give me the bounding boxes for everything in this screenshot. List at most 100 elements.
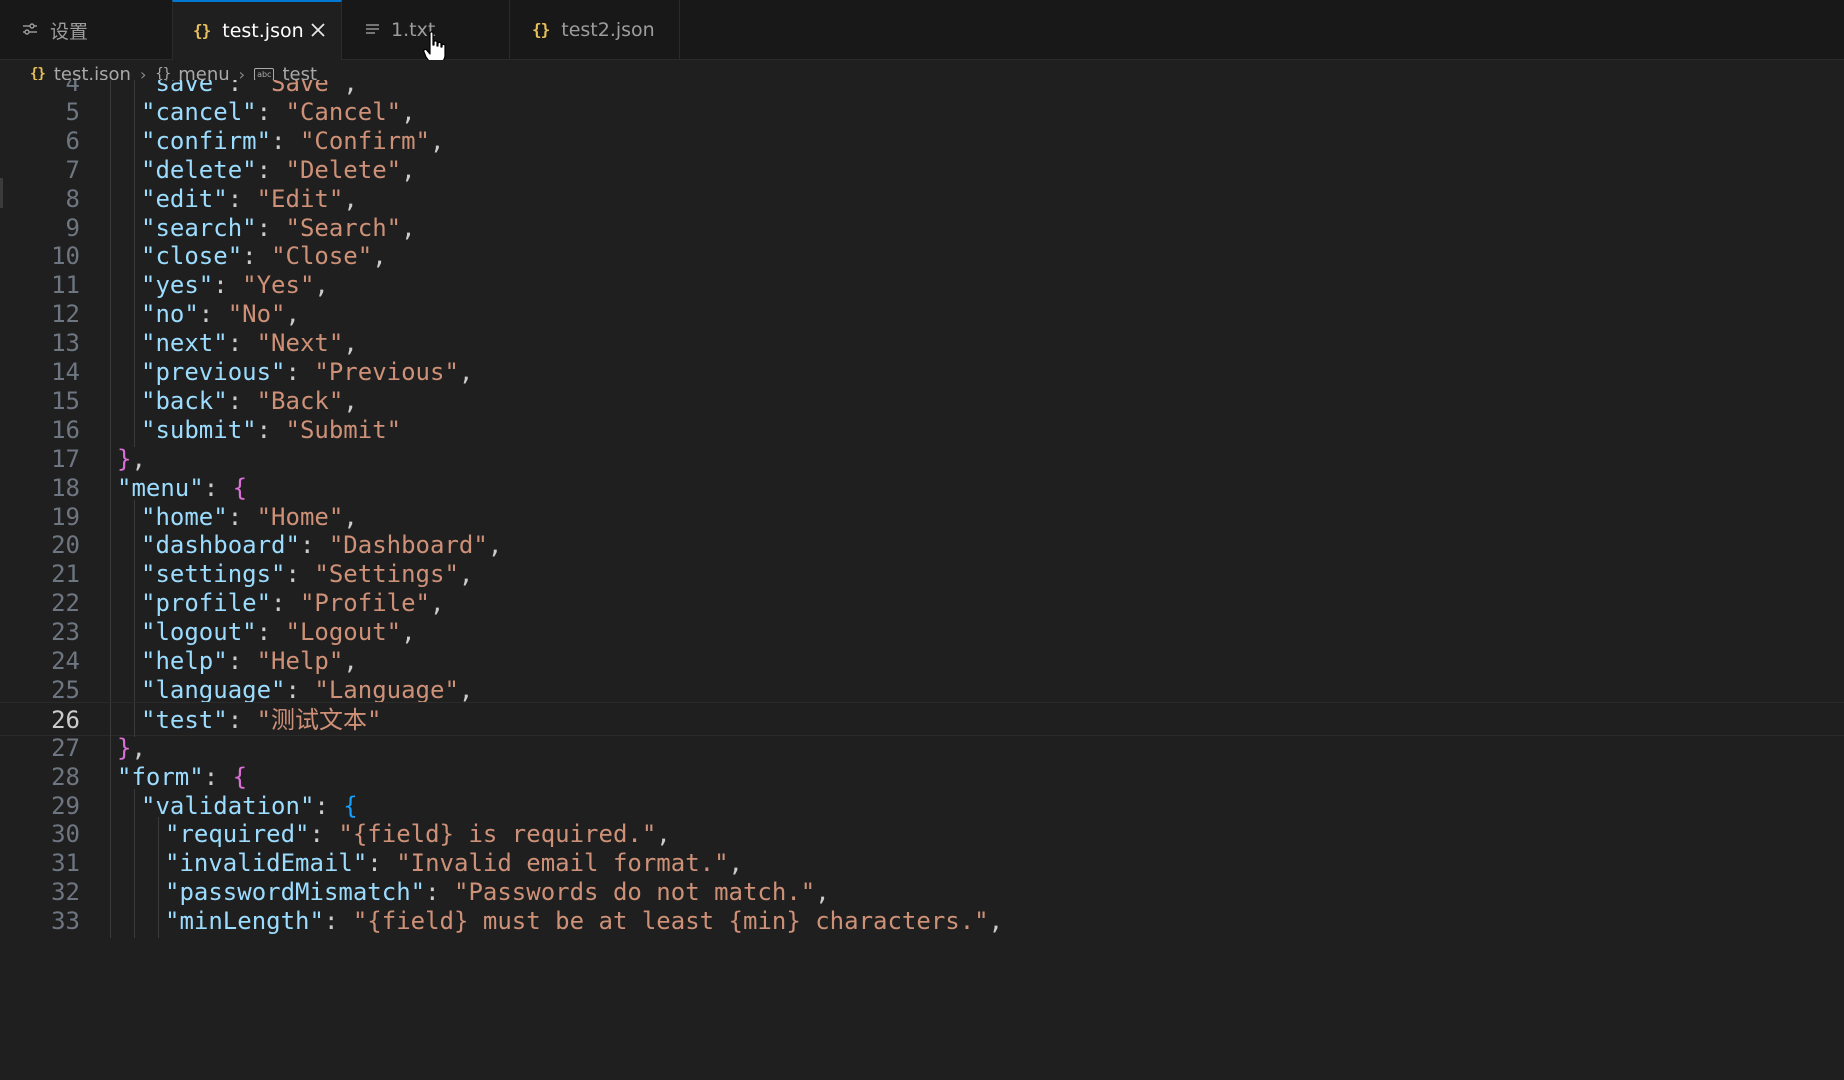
colon: :	[227, 329, 257, 358]
indent-guide	[158, 904, 159, 939]
comma: ,	[487, 531, 503, 560]
colon: :	[256, 618, 286, 647]
json-key: "next"	[141, 329, 228, 358]
tab-label: test2.json	[561, 19, 655, 41]
colon: :	[227, 386, 257, 415]
colon: :	[203, 762, 233, 791]
json-key: "delete"	[141, 155, 257, 184]
tab-test2-json[interactable]: {} test2.json	[510, 0, 680, 60]
tab-label: test.json	[222, 20, 304, 42]
json-string-value: "Confirm"	[299, 126, 430, 155]
tab-label: 设置	[50, 20, 89, 43]
json-key: "profile"	[141, 589, 272, 618]
comma: ,	[728, 849, 743, 878]
colon: :	[367, 849, 397, 878]
json-key: "help"	[141, 647, 228, 675]
colon: :	[256, 97, 286, 126]
colon: :	[227, 647, 257, 675]
colon: :	[285, 675, 315, 704]
colon: :	[227, 502, 257, 531]
comma: ,	[131, 733, 146, 762]
code-line[interactable]: 33 "minLength": "{field} must be at least…	[0, 904, 1844, 939]
colon: :	[309, 820, 339, 849]
colon: :	[227, 184, 257, 213]
settings-sliders-icon	[22, 22, 38, 39]
opening-brace: {	[232, 473, 248, 502]
json-key: "cancel"	[141, 97, 257, 126]
tab-test-json[interactable]: {} test.json	[172, 0, 342, 60]
json-key: "home"	[141, 502, 228, 531]
json-string-value: "Passwords do not match."	[454, 878, 816, 907]
json-key: "search"	[141, 213, 257, 242]
colon: :	[271, 126, 300, 155]
json-key: "passwordMismatch"	[165, 878, 426, 907]
close-icon[interactable]	[307, 19, 329, 41]
json-key: "yes"	[141, 271, 214, 300]
json-key: "language"	[141, 675, 286, 704]
json-key: "form"	[117, 762, 204, 791]
comma: ,	[430, 589, 445, 618]
indent-guide	[110, 904, 111, 939]
json-string-value: "Close"	[271, 242, 373, 271]
json-key: "logout"	[141, 618, 257, 647]
json-string-value: "No"	[227, 300, 286, 329]
colon: :	[314, 791, 344, 820]
colon: :	[425, 878, 454, 907]
json-string-value: "Back"	[256, 386, 344, 415]
tab-label: 1.txt	[391, 19, 436, 41]
comma: ,	[131, 444, 146, 473]
json-string-value: "{field} must be at least {min} characte…	[352, 907, 989, 936]
comma: ,	[372, 242, 387, 271]
comma: ,	[401, 213, 416, 242]
comma: ,	[401, 155, 416, 184]
json-string-value: "Home"	[256, 502, 344, 531]
tab-bar: 设置 {} test.json 1.txt {} test2.json	[0, 0, 1844, 60]
tab-1-txt[interactable]: 1.txt	[342, 0, 510, 60]
comma: ,	[285, 300, 300, 329]
json-string-value: "Submit"	[285, 415, 402, 444]
json-key: "validation"	[141, 791, 315, 820]
json-string-value: "测试文本"	[256, 705, 382, 734]
json-key: "confirm"	[141, 126, 272, 155]
line-number: 33	[51, 907, 80, 936]
tab-settings[interactable]: 设置	[0, 0, 172, 60]
colon: :	[227, 705, 257, 734]
comma: ,	[314, 271, 329, 300]
json-key: "dashboard"	[141, 531, 300, 560]
scroll-edge-marker	[0, 178, 3, 208]
closing-brace: }	[117, 733, 132, 762]
indent-guide	[134, 904, 135, 939]
json-string-value: "Dashboard"	[328, 531, 488, 560]
json-key: "test"	[141, 705, 228, 734]
comma: ,	[656, 820, 671, 849]
comma: ,	[343, 184, 358, 213]
json-string-value: "{field} is required."	[338, 820, 657, 849]
opening-brace: {	[343, 791, 358, 820]
json-key: "close"	[141, 242, 243, 271]
comma: ,	[401, 618, 416, 647]
json-key: "minLength"	[165, 907, 324, 936]
comma: ,	[343, 502, 358, 531]
colon: :	[242, 242, 272, 271]
comma: ,	[458, 358, 474, 386]
json-string-value: "Edit"	[256, 184, 344, 213]
closing-brace: }	[117, 444, 132, 473]
string-abc-icon: abc	[254, 67, 275, 81]
comma: ,	[458, 675, 474, 704]
comma: ,	[988, 907, 1004, 936]
text-file-icon	[366, 22, 379, 38]
comma: ,	[401, 97, 416, 126]
comma: ,	[458, 560, 474, 589]
colon: :	[198, 300, 228, 329]
json-string-value: "Next"	[256, 329, 344, 358]
json-key: "required"	[165, 820, 310, 849]
colon: :	[323, 907, 353, 936]
json-string-value: "Delete"	[285, 155, 402, 184]
code-editor[interactable]: 4 "save": "Save", 5 "cancel": "Cancel", 6 "co…	[0, 80, 1844, 1080]
json-key: "menu"	[117, 473, 204, 502]
json-key: "settings"	[141, 560, 286, 589]
code-text: "minLength": "{field} must be at least {…	[165, 904, 1003, 938]
colon: :	[256, 213, 286, 242]
json-key: "invalidEmail"	[165, 849, 368, 878]
colon: :	[285, 358, 315, 386]
